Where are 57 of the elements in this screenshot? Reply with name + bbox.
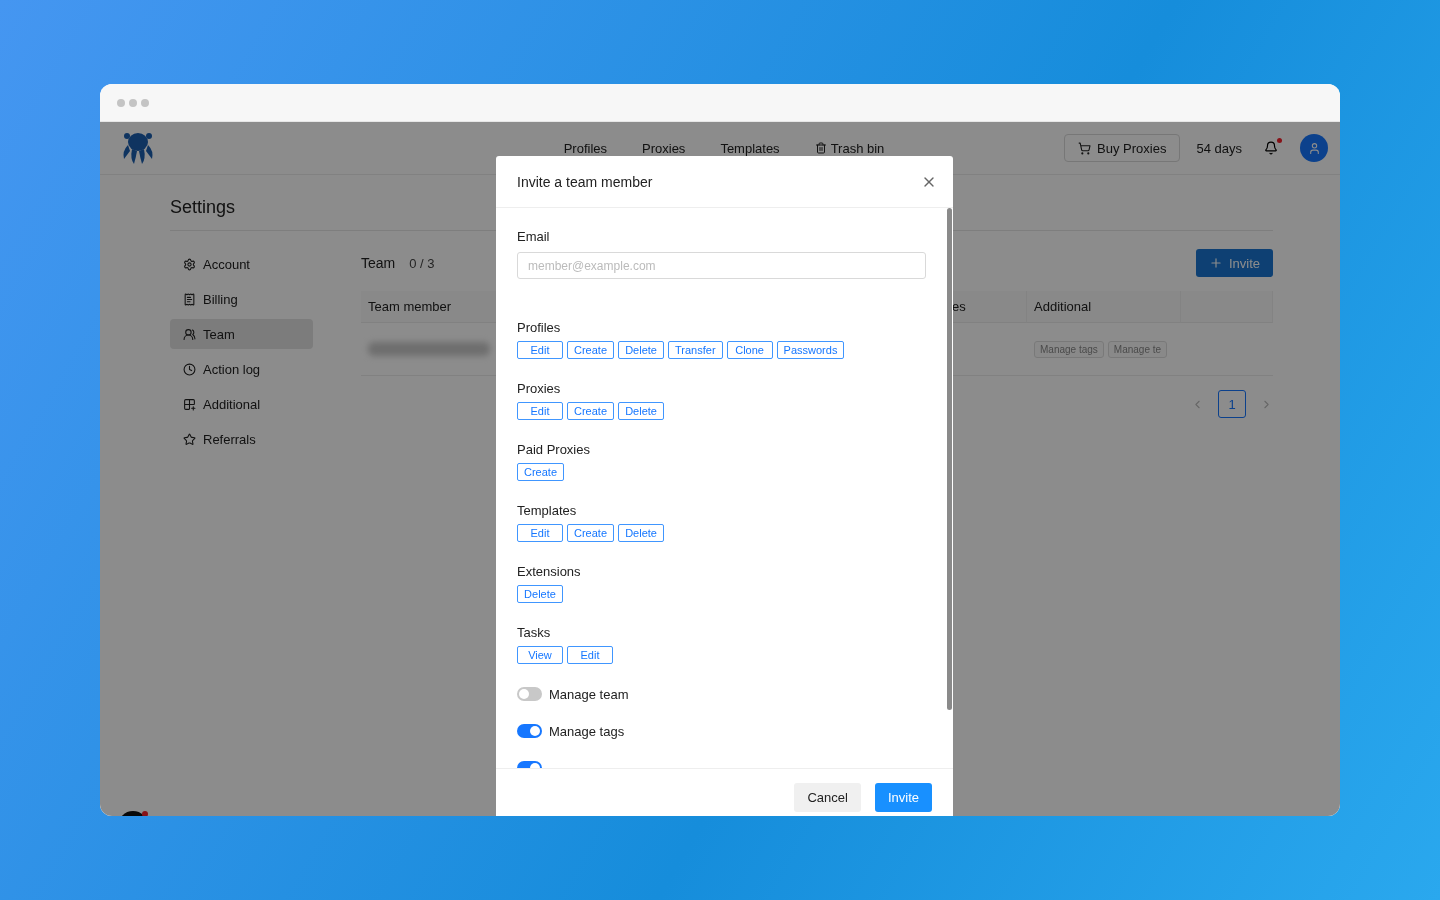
invite-button[interactable]: Invite xyxy=(1195,249,1273,277)
permission-button[interactable]: Create xyxy=(567,402,615,420)
invite-submit-button[interactable]: Invite xyxy=(874,783,932,812)
permission-button[interactable]: Create xyxy=(517,463,565,481)
permission-button[interactable]: Delete xyxy=(618,341,665,359)
notification-dot xyxy=(142,811,148,816)
nav-link[interactable]: Proxies xyxy=(642,140,686,156)
toggle-switch[interactable] xyxy=(517,724,542,738)
cart-icon xyxy=(1078,141,1092,155)
permission-button[interactable]: Create xyxy=(567,341,615,359)
receipt-icon xyxy=(183,292,196,306)
settings-menu-item[interactable]: Team xyxy=(170,319,313,349)
trash-icon xyxy=(814,142,827,154)
buy-proxies-button[interactable]: Buy Proxies xyxy=(1064,134,1181,162)
email-field[interactable]: member@example.com xyxy=(517,252,926,279)
permission-button[interactable]: Delete xyxy=(517,585,563,603)
permission-button[interactable]: Edit xyxy=(517,341,563,359)
toggle-switch[interactable] xyxy=(517,687,542,701)
nav-link[interactable]: Trash bin xyxy=(814,140,885,156)
permission-tag: Manage tags xyxy=(1034,340,1104,358)
member-count: 0 / 3 xyxy=(409,255,435,271)
permission-button[interactable]: Delete xyxy=(618,402,665,420)
dialog-title: Invite a team member xyxy=(517,173,653,190)
permission-button[interactable]: Create xyxy=(567,524,615,542)
field-label: Email xyxy=(517,228,551,246)
permission-group-label: Proxies xyxy=(517,380,562,398)
scrollbar[interactable] xyxy=(947,208,952,710)
plus-icon xyxy=(1208,256,1223,270)
cancel-button[interactable]: Cancel xyxy=(794,783,861,812)
users-icon xyxy=(183,327,196,341)
column-header: Additional xyxy=(1027,291,1181,323)
permission-button[interactable]: Edit xyxy=(517,524,563,542)
clock-icon xyxy=(183,362,196,376)
settings-icon xyxy=(183,257,196,271)
permission-tag: Manage te xyxy=(1107,340,1168,358)
permission-button[interactable]: View xyxy=(517,646,563,664)
permission-group-label: Tasks xyxy=(517,624,552,642)
nav-link[interactable]: Profiles xyxy=(563,140,607,156)
grid-plus-icon xyxy=(183,397,196,411)
star-icon xyxy=(183,432,196,446)
toggle-label: Manage team xyxy=(549,686,629,702)
days-remaining: 54 days xyxy=(1196,140,1242,156)
permission-button[interactable]: Passwords xyxy=(776,341,845,359)
permission-group-label: Extensions xyxy=(517,563,582,581)
section-title: Team xyxy=(361,255,396,271)
bell-icon[interactable] xyxy=(1264,141,1278,155)
toggle-label: Manage tags xyxy=(549,723,625,739)
permission-button[interactable]: Transfer xyxy=(668,341,723,359)
permission-button[interactable]: Edit xyxy=(567,646,613,664)
permission-button[interactable]: Delete xyxy=(618,524,665,542)
permission-group-label: Templates xyxy=(517,502,578,520)
permission-button[interactable]: Edit xyxy=(517,402,563,420)
permission-group-label: Paid Proxies xyxy=(517,441,591,459)
nav-link[interactable]: Templates xyxy=(720,140,780,156)
page-button[interactable]: 1 xyxy=(1218,390,1246,418)
permission-button[interactable]: Clone xyxy=(726,341,773,359)
user-avatar[interactable] xyxy=(1300,134,1328,162)
